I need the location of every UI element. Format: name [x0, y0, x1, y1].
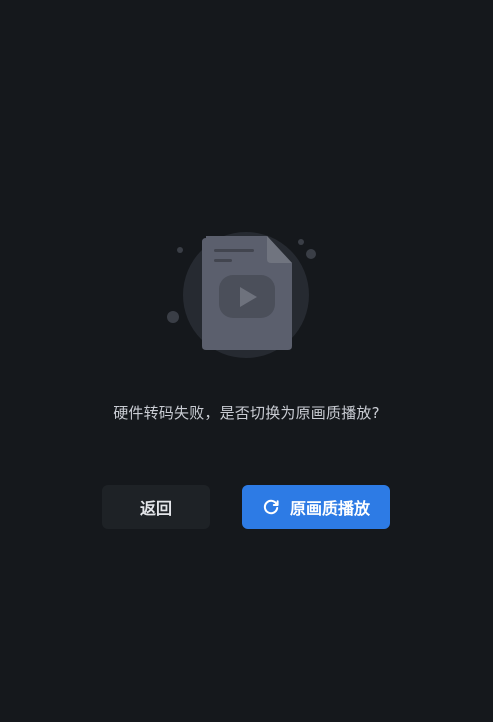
transcode-failure-page: 硬件转码失败，是否切换为原画质播放? 返回 原画质播放 — [0, 0, 493, 722]
back-button[interactable]: 返回 — [102, 485, 210, 529]
file-video-icon — [160, 225, 330, 365]
failure-message: 硬件转码失败，是否切换为原画质播放? — [113, 404, 380, 422]
back-button-label: 返回 — [139, 499, 172, 518]
refresh-icon — [262, 498, 280, 516]
original-quality-play-button[interactable]: 原画质播放 — [242, 485, 390, 529]
original-quality-play-label: 原画质播放 — [289, 499, 370, 518]
